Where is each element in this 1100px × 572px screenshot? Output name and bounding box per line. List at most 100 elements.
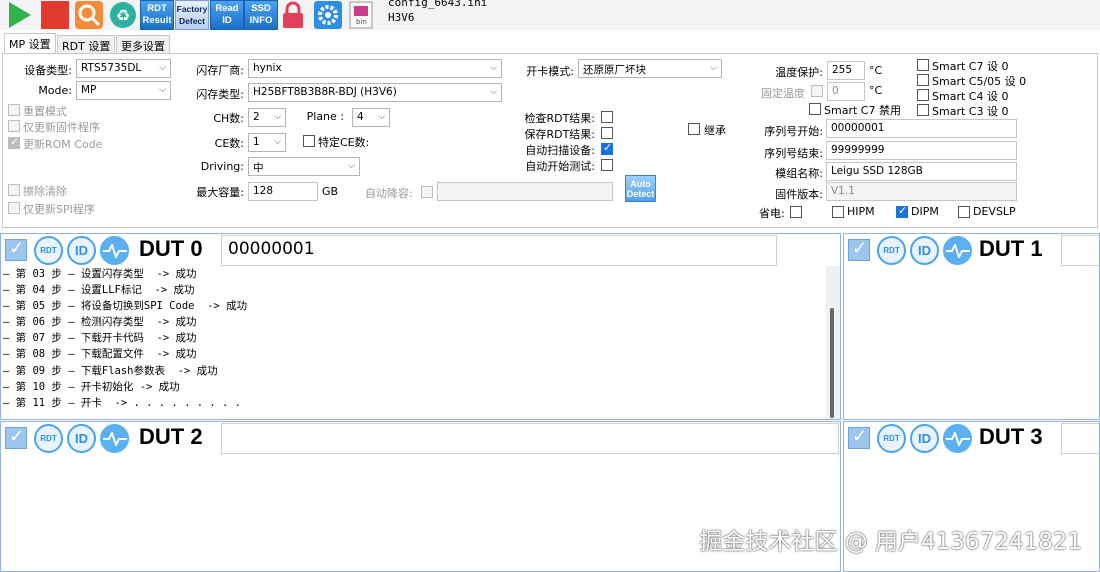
dut-title: DUT 3: [979, 424, 1043, 449]
smart-c7-disable-checkbox[interactable]: [809, 103, 821, 115]
fixed-temp-checkbox[interactable]: [811, 85, 823, 97]
settings-button[interactable]: [312, 0, 344, 30]
update-spi-only-checkbox[interactable]: [8, 202, 20, 214]
waveform-icon[interactable]: [100, 424, 129, 453]
lock-button[interactable]: [277, 0, 309, 30]
read-id-button[interactable]: Read ID: [210, 0, 244, 30]
ssd-info-button[interactable]: SSD INFO: [244, 0, 278, 30]
rdt-icon[interactable]: RDT: [34, 236, 63, 265]
fixed-temp-input[interactable]: 0: [827, 82, 865, 101]
specific-ce-checkbox[interactable]: [303, 135, 315, 147]
log-line: — 第 09 步 — 下载Flash参数表 -> 成功: [3, 364, 218, 377]
auto-derate-checkbox[interactable]: [421, 186, 433, 198]
dut-serial-field[interactable]: 00000001: [221, 235, 777, 266]
power-save-label: 省电:: [759, 207, 785, 220]
serial-start-input[interactable]: 00000001: [826, 119, 1017, 138]
chevron-down-icon: ⌵: [274, 137, 281, 147]
id-icon[interactable]: ID: [67, 424, 96, 453]
ch-count-label: CH数:: [213, 112, 244, 125]
dut-select-checkbox[interactable]: [848, 426, 870, 449]
mode-select[interactable]: MP ⌵: [76, 81, 171, 100]
auto-derate-input[interactable]: [437, 182, 613, 201]
rdt-icon[interactable]: RDT: [34, 424, 63, 453]
ce-count-label: CE数:: [214, 137, 244, 150]
rdt-icon[interactable]: RDT: [877, 424, 906, 453]
smart-c3-zero-checkbox[interactable]: [917, 104, 929, 116]
check-rdt-checkbox[interactable]: [601, 111, 613, 123]
dut-serial-field[interactable]: [221, 423, 839, 454]
fw-version-label: 固件版本:: [775, 188, 823, 201]
dut-header: RDT ID DUT 2: [1, 422, 840, 454]
model-name-input[interactable]: Leigu SSD 128GB: [826, 162, 1017, 181]
tab-rdt-settings[interactable]: RDT 设置: [57, 35, 116, 54]
flash-vendor-select[interactable]: hynix ⌵: [248, 59, 502, 78]
waveform-icon[interactable]: [943, 236, 972, 265]
flash-type-value: H25BFT8B3B8R-BDJ (H3V6): [253, 86, 397, 98]
mode-label: Mode:: [38, 84, 72, 97]
log-scrollbar[interactable]: [826, 266, 840, 419]
temp-protect-input[interactable]: 255: [827, 61, 865, 80]
dut-select-checkbox[interactable]: [848, 238, 870, 261]
ch-count-select[interactable]: 2 ⌵: [248, 108, 286, 127]
update-fw-only-label: 仅更新固件程序: [23, 121, 100, 134]
rdt-icon[interactable]: RDT: [877, 236, 906, 265]
dut-select-checkbox[interactable]: [5, 238, 27, 261]
ce-count-select[interactable]: 1 ⌵: [248, 133, 286, 152]
smart-c3-zero-label: Smart C3 设 0: [932, 105, 1009, 118]
erase-clean-checkbox[interactable]: [8, 184, 20, 196]
tab-more-settings[interactable]: 更多设置: [116, 35, 170, 54]
update-fw-only-checkbox[interactable]: [8, 120, 20, 132]
search-icon: [75, 1, 103, 29]
rdt-result-button[interactable]: RDT Result: [140, 0, 174, 30]
smart-c5-zero-checkbox[interactable]: [917, 74, 929, 86]
open-mode-label: 开卡模式:: [526, 65, 574, 78]
device-type-select[interactable]: RTS5735DL ⌵: [76, 59, 171, 78]
dut-serial-field[interactable]: [1061, 423, 1099, 454]
waveform-icon[interactable]: [943, 424, 972, 453]
devslp-checkbox[interactable]: [958, 206, 970, 218]
update-rom-checkbox[interactable]: [8, 135, 20, 149]
dipm-checkbox[interactable]: [896, 204, 908, 218]
scrollbar-thumb[interactable]: [830, 308, 834, 418]
id-icon[interactable]: ID: [67, 236, 96, 265]
driving-select[interactable]: 中 ⌵: [248, 157, 360, 176]
fw-version-input[interactable]: V1.1: [826, 182, 1017, 201]
auto-scan-checkbox[interactable]: [601, 141, 613, 155]
dut-select-checkbox[interactable]: [5, 426, 27, 449]
factory-defect-button[interactable]: Factory Defect: [175, 0, 209, 30]
dut-header: RDT ID DUT 1: [844, 234, 1099, 266]
start-button[interactable]: [2, 0, 34, 30]
reset-mode-checkbox[interactable]: [8, 104, 20, 116]
max-capacity-input[interactable]: 128: [248, 182, 318, 201]
smart-c7-zero-label: Smart C7 设 0: [932, 60, 1009, 73]
auto-test-checkbox[interactable]: [601, 159, 613, 171]
chevron-down-icon: ⌵: [710, 63, 717, 73]
hipm-checkbox[interactable]: [832, 206, 844, 218]
update-spi-only-label: 仅更新SPI程序: [23, 203, 95, 216]
smart-c4-zero-checkbox[interactable]: [917, 89, 929, 101]
inherit-checkbox[interactable]: [688, 123, 700, 135]
recycle-button[interactable]: ♻: [107, 0, 139, 30]
id-icon[interactable]: ID: [910, 236, 939, 265]
power-save-checkbox[interactable]: [790, 206, 802, 218]
smart-c7-disable-label: Smart C7 禁用: [824, 104, 901, 117]
auto-detect-button[interactable]: Auto Detect: [625, 175, 656, 202]
search-button[interactable]: [73, 0, 105, 30]
plane-label: Plane :: [306, 110, 344, 123]
flash-type-select[interactable]: H25BFT8B3B8R-BDJ (H3V6) ⌵: [248, 83, 502, 102]
save-rdt-checkbox[interactable]: [601, 127, 613, 139]
id-icon[interactable]: ID: [910, 424, 939, 453]
open-mode-select[interactable]: 还原原厂坏块 ⌵: [578, 59, 722, 78]
waveform-icon[interactable]: [100, 236, 129, 265]
play-icon: [9, 2, 31, 28]
tab-mp-settings[interactable]: MP 设置: [4, 33, 56, 54]
chevron-down-icon: ⌵: [378, 112, 385, 122]
stop-button[interactable]: [38, 0, 70, 30]
smart-c7-zero-checkbox[interactable]: [917, 59, 929, 71]
plane-select[interactable]: 4 ⌵: [352, 108, 390, 127]
bin-button[interactable]: bin: [345, 0, 377, 30]
chevron-down-icon: ⌵: [274, 112, 281, 122]
dut-panel-1: RDT ID DUT 1: [843, 233, 1100, 420]
dut-serial-field[interactable]: [1061, 235, 1099, 266]
serial-end-input[interactable]: 99999999: [826, 141, 1017, 160]
